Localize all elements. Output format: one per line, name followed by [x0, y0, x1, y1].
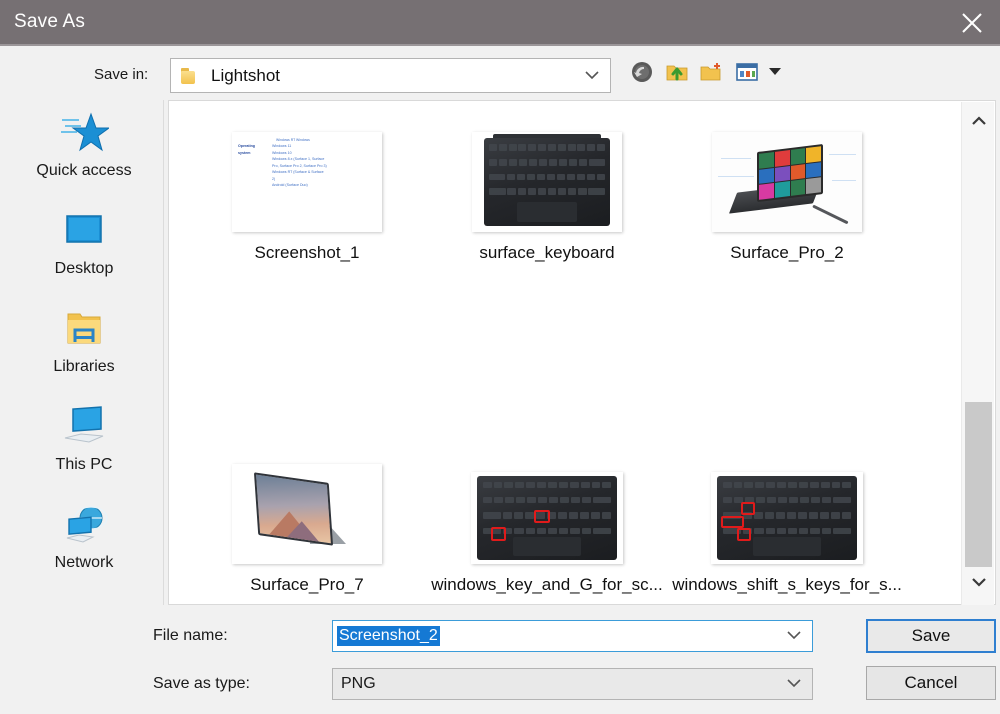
- sidebar-item-label: Libraries: [53, 358, 115, 375]
- chevron-down-icon: [584, 67, 600, 85]
- window-title: Save As: [14, 11, 86, 32]
- thumb-key: [238, 183, 272, 189]
- list-item-label: Surface_Pro_2: [730, 243, 844, 262]
- title-bar: Save As: [0, 0, 1000, 46]
- sidebar-item-label: Desktop: [54, 260, 114, 277]
- list-item[interactable]: windows_shift_s_keys_for_s...: [667, 435, 907, 595]
- file-name-input[interactable]: Screenshot_2: [332, 620, 813, 652]
- libraries-folder-icon: [59, 306, 109, 352]
- key-highlight-windows: [491, 527, 507, 541]
- file-list-scrollbar[interactable]: [961, 102, 994, 605]
- close-button[interactable]: [944, 0, 1000, 46]
- sidebar-item-desktop[interactable]: Desktop: [4, 198, 164, 296]
- surface-pro-2-thumbnail: [712, 132, 862, 232]
- file-name-label: File name:: [153, 627, 228, 644]
- save-as-dialog: Save As Save in: Lightshot Quick access …: [0, 0, 1000, 714]
- sidebar-item-libraries[interactable]: Libraries: [4, 296, 164, 394]
- thumb-val: Windows 10: [272, 150, 292, 155]
- monitor-icon: [59, 208, 109, 254]
- sidebar-item-label: This PC: [55, 456, 113, 473]
- thumb-key: [238, 177, 272, 183]
- thumb-key: [238, 170, 272, 176]
- places-bar: Quick access Desktop Libraries This PC N…: [4, 100, 164, 605]
- save-as-type-label: Save as type:: [153, 675, 250, 692]
- list-item-label: Surface_Pro_7: [250, 575, 364, 594]
- network-globe-icon: [59, 502, 109, 548]
- sidebar-item-label: Network: [54, 554, 114, 571]
- save-as-type-value: PNG: [341, 675, 376, 692]
- thumb-key: Operating: [238, 144, 255, 148]
- new-folder-button[interactable]: [700, 60, 724, 84]
- file-list-panel: Windows RT Windows Operating Windows 11 s…: [168, 100, 996, 605]
- scrollbar-thumb[interactable]: [965, 402, 992, 567]
- views-button[interactable]: [735, 60, 759, 84]
- thumb-val: Windows 8.x (Surface 1, Surface: [272, 157, 325, 162]
- thumb-key: [238, 164, 272, 170]
- thumb-key: system: [238, 150, 251, 155]
- keyboard-thumbnail: [472, 132, 622, 232]
- sidebar-item-network[interactable]: Network: [4, 492, 164, 590]
- save-button[interactable]: Save: [866, 619, 996, 653]
- key-highlight-s: [740, 501, 755, 516]
- list-item[interactable]: surface_keyboard: [427, 103, 667, 263]
- file-name-value: Screenshot_2: [337, 626, 440, 646]
- toolbar: [630, 60, 782, 84]
- close-icon: [959, 10, 985, 36]
- sidebar-item-this-pc[interactable]: This PC: [4, 394, 164, 492]
- sidebar-item-label: Quick access: [36, 162, 132, 179]
- scroll-down-button[interactable]: [962, 567, 995, 601]
- surface-pro-7-thumbnail: [232, 464, 382, 564]
- back-button[interactable]: [630, 60, 654, 84]
- file-grid: Windows RT Windows Operating Windows 11 s…: [169, 101, 959, 604]
- folder-icon: [181, 67, 199, 84]
- key-highlight-windows: [736, 528, 751, 541]
- keyboard-marked-thumbnail: [471, 472, 623, 564]
- star-icon: [59, 110, 111, 156]
- chevron-down-icon[interactable]: [786, 627, 802, 645]
- key-highlight-g: [534, 509, 550, 524]
- caret-down-icon[interactable]: [768, 63, 782, 81]
- save-in-value: Lightshot: [211, 65, 280, 85]
- list-item-label: Screenshot_1: [254, 243, 360, 262]
- sidebar-item-quick-access[interactable]: Quick access: [4, 100, 164, 198]
- list-item[interactable]: Windows RT Windows Operating Windows 11 s…: [187, 103, 427, 263]
- chevron-down-icon: [970, 575, 988, 593]
- wiki-infobox-thumbnail: Windows RT Windows Operating Windows 11 s…: [232, 132, 382, 232]
- list-item[interactable]: windows_key_and_G_for_sc...: [427, 435, 667, 595]
- list-item-label: windows_shift_s_keys_for_s...: [672, 575, 902, 594]
- this-pc-icon: [59, 404, 109, 450]
- scroll-up-button[interactable]: [962, 106, 995, 140]
- thumb-val: Android (Surface Duo): [272, 183, 308, 188]
- list-item-label: windows_key_and_G_for_sc...: [431, 575, 663, 594]
- chevron-down-icon[interactable]: [786, 675, 802, 693]
- save-as-type-combobox[interactable]: PNG: [332, 668, 813, 700]
- chevron-up-icon: [970, 114, 988, 132]
- list-item-label: surface_keyboard: [479, 243, 615, 262]
- thumb-val: Windows 11: [272, 144, 292, 148]
- keyboard-marked-thumbnail: [711, 472, 863, 564]
- up-one-level-button[interactable]: [665, 60, 689, 84]
- save-in-combobox[interactable]: Lightshot: [170, 58, 611, 93]
- save-in-label: Save in:: [94, 66, 149, 83]
- key-highlight-shift: [721, 516, 744, 529]
- thumb-val: 2): [272, 176, 276, 181]
- thumb-val: Pro, Surface Pro 2, Surface Pro 3): [272, 163, 327, 168]
- thumb-key: [238, 157, 272, 163]
- list-item[interactable]: Surface_Pro_7: [187, 435, 427, 595]
- thumb-val: Windows RT (Surface & Surface: [272, 170, 324, 175]
- list-item[interactable]: Surface_Pro_2: [667, 103, 907, 263]
- thumb-top-text: Windows RT Windows: [276, 138, 310, 142]
- cancel-button[interactable]: Cancel: [866, 666, 996, 700]
